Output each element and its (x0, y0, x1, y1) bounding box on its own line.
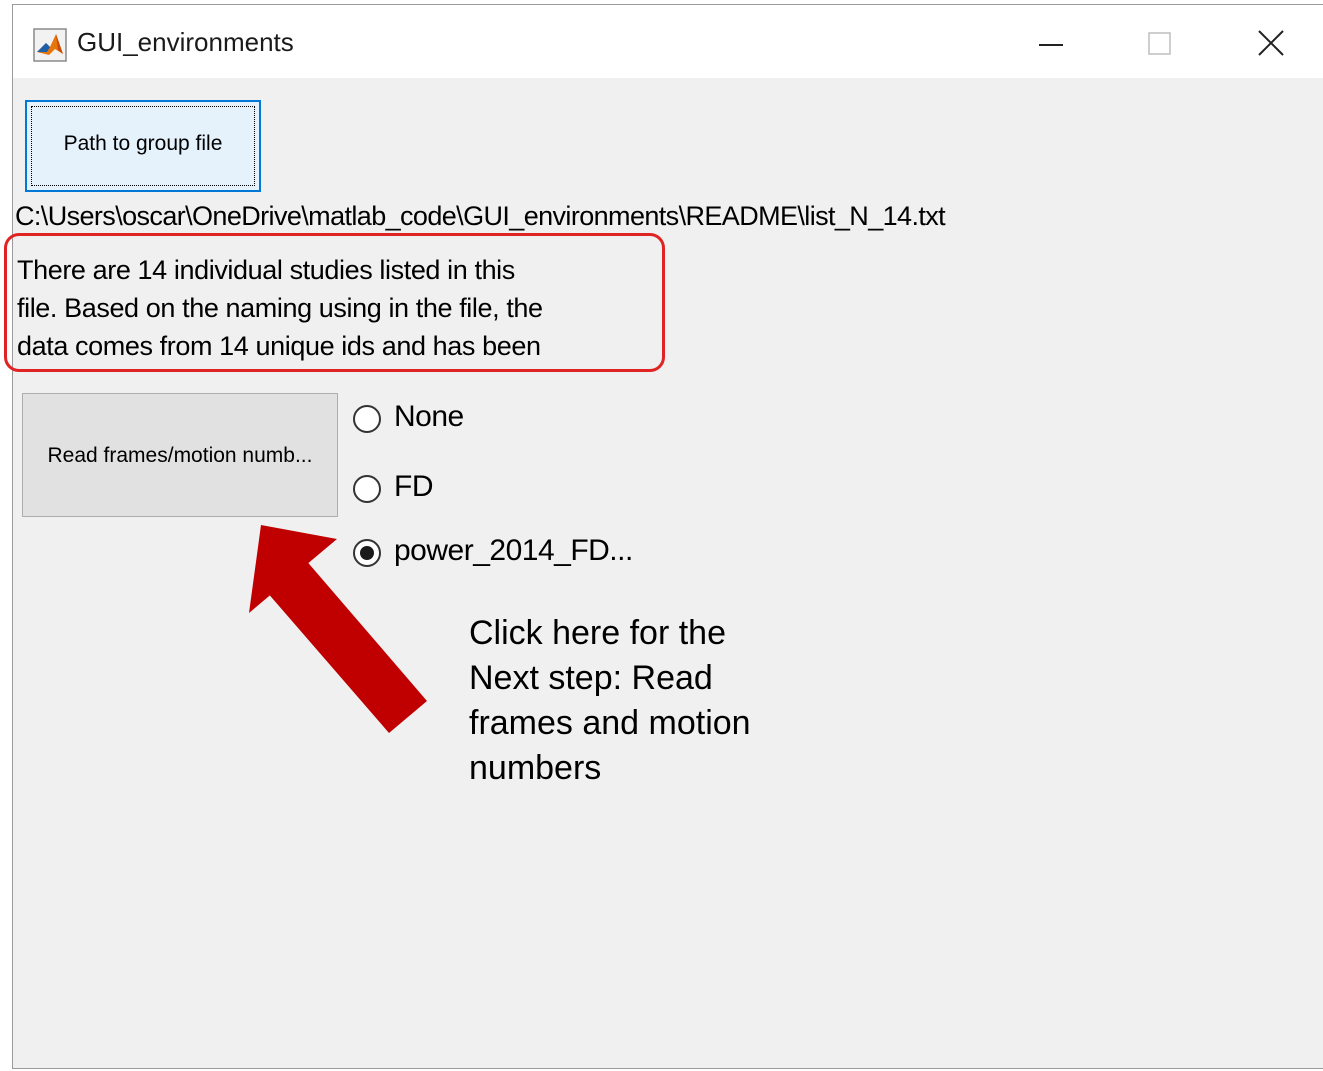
minimize-icon[interactable] (1031, 23, 1071, 63)
radio-label: FD (394, 470, 434, 503)
path-to-group-file-button[interactable]: Path to group file (25, 100, 261, 192)
read-frames-motion-button[interactable]: Read frames/motion numb... (22, 393, 338, 517)
file-path-text: C:\Users\oscar\OneDrive\matlab_code\GUI_… (15, 201, 946, 231)
arrow-icon (249, 525, 427, 733)
info-text: There are 14 individual studies listed i… (17, 255, 543, 361)
path-button-label: Path to group file (63, 132, 223, 155)
window-title: GUI_environments (77, 27, 294, 57)
radio-circle (353, 405, 381, 433)
title-bar[interactable]: GUI_environments (13, 5, 1323, 78)
matlab-icon (33, 28, 67, 62)
gui-window: GUI_environments Path to group file C:\U… (4, 4, 1323, 1069)
maximize-icon[interactable] (1140, 23, 1180, 63)
close-icon[interactable] (1251, 23, 1291, 63)
radio-label: None (394, 400, 464, 433)
annotation-text: Click here for the Next step: Read frame… (469, 614, 751, 787)
radio-circle (353, 475, 381, 503)
read-button-label: Read frames/motion numb... (47, 444, 313, 467)
